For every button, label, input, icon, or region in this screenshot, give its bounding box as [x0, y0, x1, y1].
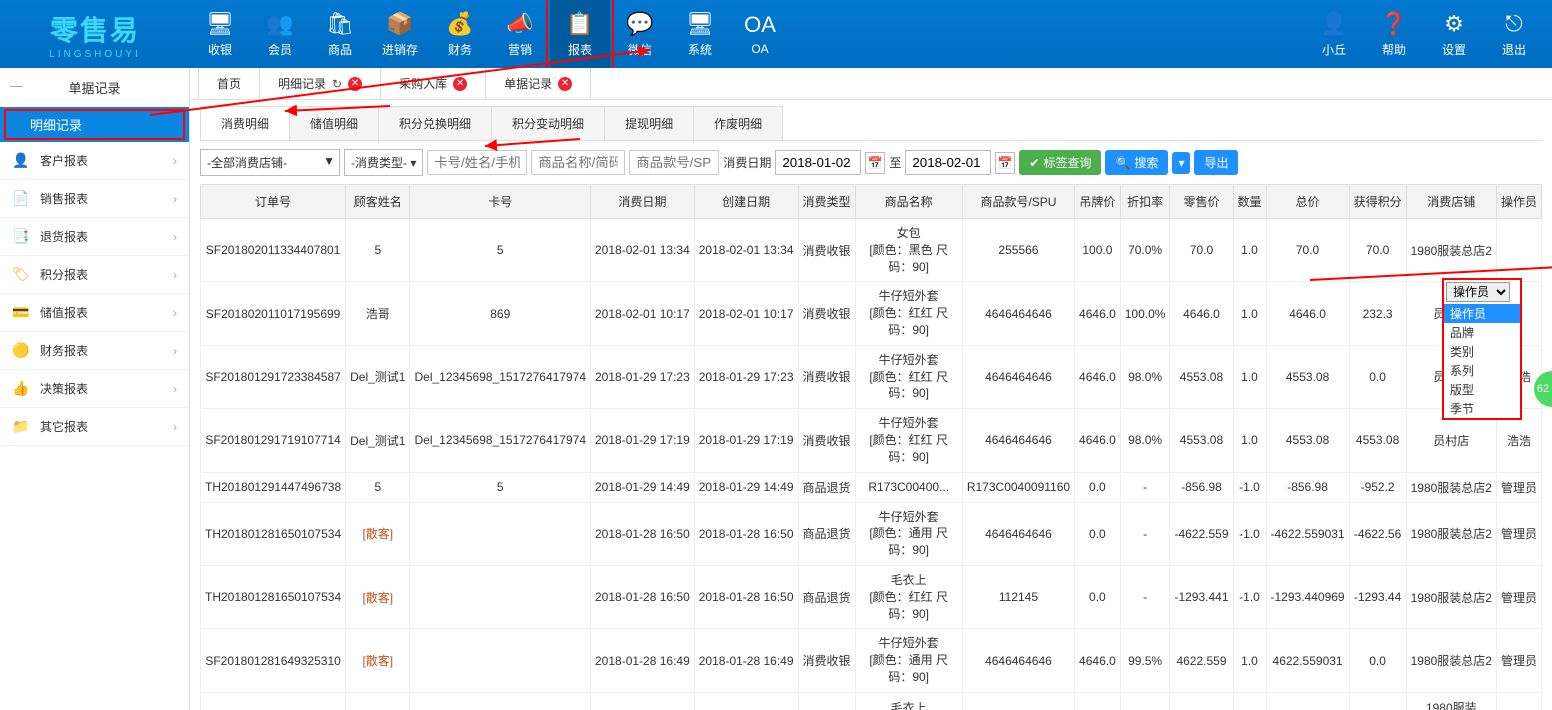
sidebar-item-决策报表[interactable]: 👍决策报表› — [0, 370, 189, 408]
table-row[interactable]: TH201801281650107534[散客]2018-01-28 16:50… — [201, 565, 1542, 628]
col-总价: 总价 — [1266, 185, 1349, 219]
filter-bar: -全部消费店铺-▼ -消费类型- ▾ 消费日期 📅 至 📅 ✔ 标签查询 🔍 搜… — [190, 141, 1552, 184]
col-顾客姓名: 顾客姓名 — [346, 185, 410, 219]
menu-微信[interactable]: 💬微信 — [610, 0, 670, 68]
calendar-icon[interactable]: 📅 — [995, 152, 1015, 174]
sidebar-item-销售报表[interactable]: 📄销售报表› — [0, 180, 189, 218]
sidebar-item-退货报表[interactable]: 📑退货报表› — [0, 218, 189, 256]
operator-option[interactable]: 类别 — [1444, 342, 1520, 361]
subtab-储值明细[interactable]: 储值明细 — [289, 106, 379, 140]
date-to[interactable] — [905, 150, 991, 175]
table-row[interactable]: 毛衣上1980服装 — [201, 692, 1542, 710]
search-button[interactable]: 🔍 搜索 — [1105, 150, 1168, 175]
col-获得积分: 获得积分 — [1349, 185, 1406, 219]
refresh-icon[interactable]: ↻ — [332, 77, 342, 91]
col-数量: 数量 — [1233, 185, 1266, 219]
data-table: 订单号顾客姓名卡号消费日期创建日期消费类型商品名称商品款号/SPU吊牌价折扣率零… — [200, 184, 1542, 710]
col-零售价: 零售价 — [1170, 185, 1233, 219]
close-icon[interactable]: ✕ — [558, 77, 572, 91]
col-消费类型: 消费类型 — [798, 185, 855, 219]
close-icon[interactable]: ✕ — [453, 77, 467, 91]
subtab-提现明细[interactable]: 提现明细 — [604, 106, 694, 140]
table-row[interactable]: SF201802011017195699浩哥8692018-02-01 10:1… — [201, 282, 1542, 345]
rmenu-设置[interactable]: ⚙设置 — [1424, 0, 1484, 68]
col-消费店铺: 消费店铺 — [1406, 185, 1496, 219]
table-row[interactable]: TH201801291447496738552018-01-29 14:4920… — [201, 472, 1542, 502]
date-from[interactable] — [775, 150, 861, 175]
col-卡号: 卡号 — [410, 185, 591, 219]
date-label: 消费日期 — [723, 154, 771, 171]
sidebar-item-储值报表[interactable]: 💳储值报表› — [0, 294, 189, 332]
top-menu: 🖥收银👥会员🛍商品📦进销存💰财务📣营销📋报表💬微信🖥系统OAOA — [190, 0, 1304, 68]
card-input[interactable] — [427, 150, 527, 175]
main: 首页明细记录↻✕采购入库✕单据记录✕ 消费明细储值明细积分兑换明细积分变动明细提… — [190, 68, 1552, 710]
sub-tabs: 消费明细储值明细积分兑换明细积分变动明细提现明细作废明细 — [200, 106, 1542, 141]
operator-option[interactable]: 版型 — [1444, 380, 1520, 399]
rmenu-退出[interactable]: ⎋退出 — [1484, 0, 1544, 68]
col-商品名称: 商品名称 — [855, 185, 962, 219]
col-吊牌价: 吊牌价 — [1075, 185, 1121, 219]
operator-option[interactable]: 季节 — [1444, 399, 1520, 418]
col-折扣率: 折扣率 — [1120, 185, 1170, 219]
menu-报表[interactable]: 📋报表 — [550, 0, 610, 68]
product-input[interactable] — [531, 150, 625, 175]
tab-首页[interactable]: 首页 — [198, 68, 260, 99]
sidebar-title: —单据记录 — [0, 68, 189, 107]
menu-营销[interactable]: 📣营销 — [490, 0, 550, 68]
sidebar-item-其它报表[interactable]: 📁其它报表› — [0, 408, 189, 446]
table-row[interactable]: SF201802011334407801552018-02-01 13:3420… — [201, 219, 1542, 282]
col-消费日期: 消费日期 — [591, 185, 695, 219]
rmenu-帮助[interactable]: ❓帮助 — [1364, 0, 1424, 68]
close-icon[interactable]: ✕ — [348, 77, 362, 91]
operator-option[interactable]: 系列 — [1444, 361, 1520, 380]
tag-query-button[interactable]: ✔ 标签查询 — [1019, 150, 1101, 175]
sidebar-item-客户报表[interactable]: 👤客户报表› — [0, 142, 189, 180]
subtab-消费明细[interactable]: 消费明细 — [200, 106, 290, 140]
date-to-label: 至 — [889, 154, 901, 171]
col-创建日期: 创建日期 — [694, 185, 798, 219]
search-dropdown-button[interactable]: ▾ — [1172, 152, 1190, 174]
menu-收银[interactable]: 🖥收银 — [190, 0, 250, 68]
calendar-icon[interactable]: 📅 — [865, 152, 885, 174]
menu-系统[interactable]: 🖥系统 — [670, 0, 730, 68]
right-menu: 👤小丘❓帮助⚙设置⎋退出 — [1304, 0, 1544, 68]
sidebar-active-item[interactable]: 明细记录 — [0, 107, 189, 142]
table-row[interactable]: SF201801281649325310[散客]2018-01-28 16:49… — [201, 629, 1542, 692]
subtab-积分变动明细[interactable]: 积分变动明细 — [491, 106, 605, 140]
table-row[interactable]: TH201801281650107534[散客]2018-01-28 16:50… — [201, 502, 1542, 565]
menu-商品[interactable]: 🛍商品 — [310, 0, 370, 68]
store-select[interactable]: -全部消费店铺-▼ — [200, 149, 340, 176]
export-button[interactable]: 导出 — [1194, 150, 1238, 175]
logo-en: LINGSHOUYI — [49, 49, 141, 60]
tab-采购入库[interactable]: 采购入库✕ — [380, 68, 486, 99]
data-table-wrap: 订单号顾客姓名卡号消费日期创建日期消费类型商品名称商品款号/SPU吊牌价折扣率零… — [200, 184, 1542, 710]
subtab-积分兑换明细[interactable]: 积分兑换明细 — [378, 106, 492, 140]
col-操作员: 操作员 — [1496, 185, 1541, 219]
sidebar-item-积分报表[interactable]: 🏷积分报表› — [0, 256, 189, 294]
tab-明细记录[interactable]: 明细记录↻✕ — [259, 68, 381, 99]
type-select[interactable]: -消费类型- ▾ — [344, 149, 423, 176]
menu-OA[interactable]: OAOA — [730, 0, 790, 68]
subtab-作废明细[interactable]: 作废明细 — [693, 106, 783, 140]
menu-会员[interactable]: 👥会员 — [250, 0, 310, 68]
col-订单号: 订单号 — [201, 185, 346, 219]
menu-进销存[interactable]: 📦进销存 — [370, 0, 430, 68]
logo: 零售易 LINGSHOUYI — [0, 0, 190, 68]
operator-option[interactable]: 品牌 — [1444, 323, 1520, 342]
topbar: 零售易 LINGSHOUYI 🖥收银👥会员🛍商品📦进销存💰财务📣营销📋报表💬微信… — [0, 0, 1552, 68]
tab-单据记录[interactable]: 单据记录✕ — [485, 68, 591, 99]
logo-cn: 零售易 — [50, 9, 140, 49]
operator-option[interactable]: 操作员 — [1444, 304, 1520, 323]
sidebar: —单据记录 明细记录 👤客户报表›📄销售报表›📑退货报表›🏷积分报表›💳储值报表… — [0, 68, 190, 710]
table-row[interactable]: SF201801291723384587Del_测试1Del_12345698_… — [201, 345, 1542, 408]
menu-财务[interactable]: 💰财务 — [430, 0, 490, 68]
spu-input[interactable] — [629, 150, 719, 175]
col-商品款号/SPU: 商品款号/SPU — [962, 185, 1074, 219]
page-tabs: 首页明细记录↻✕采购入库✕单据记录✕ — [190, 68, 1552, 100]
sidebar-item-财务报表[interactable]: 🟡财务报表› — [0, 332, 189, 370]
operator-dropdown[interactable]: 操作员 操作员品牌类别系列版型季节 — [1442, 278, 1522, 420]
operator-select[interactable]: 操作员 — [1446, 282, 1510, 302]
table-row[interactable]: SF201801291719107714Del_测试1Del_12345698_… — [201, 409, 1542, 472]
rmenu-小丘[interactable]: 👤小丘 — [1304, 0, 1364, 68]
